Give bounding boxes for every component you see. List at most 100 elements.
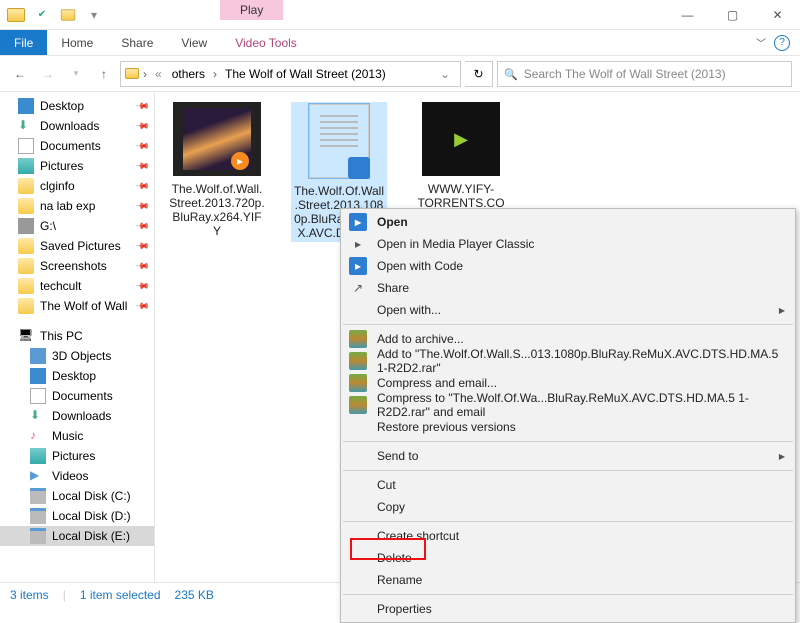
ico-share-icon	[349, 279, 367, 297]
file-name: The.Wolf.of.Wall.Street.2013.720p.BluRay…	[169, 182, 265, 238]
qat-overflow[interactable]: ▾	[82, 3, 106, 27]
breadcrumb-level2[interactable]: The Wolf of Wall Street (2013)	[221, 67, 390, 81]
qat-item[interactable]	[56, 3, 80, 27]
file-item[interactable]: WWW.YIFY-TORRENTS.COM	[413, 102, 509, 224]
context-menu-item[interactable]: Compress to "The.Wolf.Of.Wa...BluRay.ReM…	[341, 394, 795, 416]
status-size: 235 KB	[175, 588, 214, 602]
context-menu-item[interactable]: Open with Code	[341, 255, 795, 277]
sidebar-item[interactable]: Pictures	[0, 156, 154, 176]
sidebar-item[interactable]: Local Disk (D:)	[0, 506, 154, 526]
ico-mpc-blue-icon	[349, 213, 367, 231]
context-menu-item[interactable]: Delete	[341, 547, 795, 569]
sidebar-item[interactable]: Screenshots	[0, 256, 154, 276]
ico-music-icon	[30, 428, 46, 444]
ico-vid-icon	[30, 468, 46, 484]
sidebar-item[interactable]: Pictures	[0, 446, 154, 466]
ico-drive-icon	[30, 508, 46, 524]
ico-desktop-icon	[18, 98, 34, 114]
context-menu-item[interactable]: Open in Media Player Classic	[341, 233, 795, 255]
sidebar-item[interactable]: G:\	[0, 216, 154, 236]
ico-folder-icon	[18, 298, 34, 314]
sidebar-item[interactable]: Downloads	[0, 406, 154, 426]
sidebar-item[interactable]: The Wolf of Wall	[0, 296, 154, 316]
ico-folder-icon	[18, 238, 34, 254]
sidebar-item[interactable]: Documents	[0, 386, 154, 406]
address-dropdown-icon[interactable]: ⌄	[434, 67, 456, 81]
context-menu-item[interactable]: Restore previous versions	[341, 416, 795, 438]
ico-folder-icon	[18, 258, 34, 274]
sidebar-this-pc[interactable]: This PC	[0, 326, 154, 346]
navigation-bar: ← → ▾ ↑ « others The Wolf of Wall Street…	[0, 56, 800, 92]
tab-share[interactable]: Share	[107, 30, 167, 55]
sidebar-item[interactable]: Desktop	[0, 96, 154, 116]
ico-pic-icon	[30, 448, 46, 464]
up-button[interactable]: ↑	[92, 62, 116, 86]
recent-locations-button[interactable]: ▾	[64, 62, 88, 86]
ico-doc-icon	[30, 388, 46, 404]
file-thumbnail	[422, 102, 500, 176]
ico-3d-icon	[30, 348, 46, 364]
context-menu-item[interactable]: Properties	[341, 598, 795, 620]
ico-mpc-icon	[349, 235, 367, 253]
folder-icon[interactable]	[4, 3, 28, 27]
contextual-tab-play[interactable]: Play	[220, 0, 283, 20]
sidebar-item[interactable]: Documents	[0, 136, 154, 156]
ico-pic-icon	[18, 158, 34, 174]
forward-button[interactable]: →	[36, 62, 60, 86]
context-menu-item[interactable]: Open	[341, 211, 795, 233]
context-menu-item[interactable]: Cut	[341, 474, 795, 496]
ico-rar-icon	[349, 374, 367, 392]
breadcrumb-level1[interactable]: others	[168, 67, 209, 81]
quick-access-toolbar: ▾	[0, 0, 110, 29]
tab-file[interactable]: File	[0, 30, 47, 55]
ribbon-collapse-icon[interactable]: ﹀	[756, 35, 766, 50]
folder-icon	[125, 68, 139, 79]
sidebar-item[interactable]: Local Disk (C:)	[0, 486, 154, 506]
context-menu-item[interactable]: Open with...	[341, 299, 795, 321]
ico-rar-icon	[349, 396, 367, 414]
help-icon[interactable]: ?	[774, 35, 790, 51]
sidebar-item[interactable]: Saved Pictures	[0, 236, 154, 256]
sidebar-item[interactable]: Videos	[0, 466, 154, 486]
ico-drive-icon	[30, 488, 46, 504]
sidebar-item[interactable]: Music	[0, 426, 154, 446]
ico-folder-icon	[18, 198, 34, 214]
file-thumbnail	[173, 102, 261, 176]
properties-icon[interactable]	[30, 3, 54, 27]
back-button[interactable]: ←	[8, 62, 32, 86]
navigation-pane: DesktopDownloadsDocumentsPicturesclginfo…	[0, 92, 155, 582]
sidebar-item[interactable]: techcult	[0, 276, 154, 296]
ico-folder-icon	[18, 278, 34, 294]
sidebar-item[interactable]: clginfo	[0, 176, 154, 196]
maximize-button[interactable]: ▢	[710, 0, 755, 29]
file-thumbnail	[309, 104, 369, 178]
pc-icon	[18, 328, 34, 344]
context-menu-item[interactable]: Create shortcut	[341, 525, 795, 547]
tab-view[interactable]: View	[167, 30, 221, 55]
sidebar-item[interactable]: Local Disk (E:)	[0, 526, 154, 546]
sidebar-item[interactable]: Desktop	[0, 366, 154, 386]
tab-video-tools[interactable]: Video Tools	[221, 30, 311, 55]
ico-rar-icon	[349, 352, 367, 370]
search-icon	[504, 67, 518, 81]
address-bar[interactable]: « others The Wolf of Wall Street (2013) …	[120, 61, 461, 87]
search-placeholder: Search The Wolf of Wall Street (2013)	[524, 67, 726, 81]
sidebar-item[interactable]: 3D Objects	[0, 346, 154, 366]
sidebar-item[interactable]: na lab exp	[0, 196, 154, 216]
context-menu-item[interactable]: Rename	[341, 569, 795, 591]
ico-doc-icon	[18, 138, 34, 154]
tab-home[interactable]: Home	[47, 30, 107, 55]
context-menu-item[interactable]: Send to	[341, 445, 795, 467]
context-menu-item[interactable]: Copy	[341, 496, 795, 518]
ico-dl-icon	[18, 118, 34, 134]
context-menu-item[interactable]: Share	[341, 277, 795, 299]
ico-mpc-blue-icon	[349, 257, 367, 275]
minimize-button[interactable]: —	[665, 0, 710, 29]
context-menu-item[interactable]: Add to "The.Wolf.Of.Wall.S...013.1080p.B…	[341, 350, 795, 372]
context-menu: OpenOpen in Media Player ClassicOpen wit…	[340, 208, 796, 623]
search-input[interactable]: Search The Wolf of Wall Street (2013)	[497, 61, 792, 87]
sidebar-item[interactable]: Downloads	[0, 116, 154, 136]
file-item[interactable]: The.Wolf.of.Wall.Street.2013.720p.BluRay…	[169, 102, 265, 238]
refresh-button[interactable]: ↻	[465, 61, 493, 87]
close-button[interactable]: ✕	[755, 0, 800, 29]
